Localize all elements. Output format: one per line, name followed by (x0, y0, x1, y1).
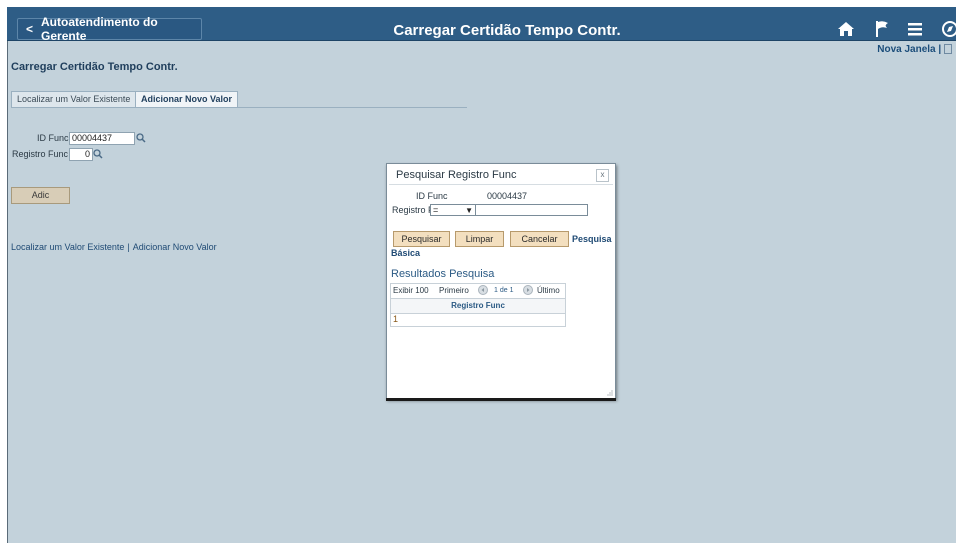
search-icon[interactable] (93, 149, 103, 159)
link-localizar[interactable]: Localizar um Valor Existente (11, 242, 124, 252)
top-navigation-bar: < Autoatendimento do Gerente Carregar Ce… (7, 7, 956, 43)
results-grid: Exibir 100 Primeiro 1 de 1 Último Regist… (390, 283, 566, 327)
help-icon (944, 44, 952, 55)
chevron-down-icon: ▼ (465, 206, 473, 215)
page-range: 1 de 1 (494, 287, 514, 294)
tab-strip: Localizar um Valor Existente Adicionar N… (11, 91, 467, 108)
results-title: Resultados Pesquisa (391, 268, 495, 280)
cancelar-button[interactable]: Cancelar (510, 231, 569, 247)
id-func-field[interactable]: 00004437 (69, 132, 135, 145)
registro-search-input[interactable] (475, 204, 588, 216)
menu-icon[interactable] (905, 19, 925, 39)
pesquisa-basica-link[interactable]: Pesquisa (572, 234, 612, 244)
id-func-label: ID Func (37, 133, 69, 143)
chevron-left-icon: < (26, 22, 34, 36)
navbar-icon[interactable] (940, 19, 956, 39)
resize-grip-icon[interactable] (607, 390, 613, 396)
back-button-label: Autoatendimento do Gerente (41, 15, 158, 43)
home-icon[interactable] (836, 19, 856, 39)
add-button[interactable]: Adic (11, 187, 70, 204)
bottom-links: Localizar um Valor Existente | Adicionar N… (11, 242, 217, 252)
first-link[interactable]: Primeiro (439, 286, 469, 295)
prev-icon[interactable] (478, 285, 488, 297)
pesquisa-basica-link-cont[interactable]: Básica (391, 248, 420, 258)
show-count[interactable]: Exibir 100 (393, 286, 429, 295)
registro-func-field[interactable]: 0 (69, 148, 93, 161)
dialog-title: Pesquisar Registro Func (396, 169, 517, 181)
link-adicionar[interactable]: Adicionar Novo Valor (133, 242, 217, 252)
last-link[interactable]: Último (537, 286, 560, 295)
flag-icon[interactable] (873, 19, 893, 39)
results-nav: Exibir 100 Primeiro 1 de 1 Último (391, 284, 565, 297)
search-dialog: Pesquisar Registro Func x ID Func 000044… (386, 163, 616, 401)
tab-localizar[interactable]: Localizar um Valor Existente (11, 91, 137, 107)
page-title: Carregar Certidão Tempo Contr. (11, 61, 178, 73)
next-icon[interactable] (523, 285, 533, 297)
back-button[interactable]: < Autoatendimento do Gerente (17, 15, 202, 43)
limpar-button[interactable]: Limpar (455, 231, 504, 247)
nova-janela-link[interactable]: Nova Janela | (877, 44, 952, 55)
app-title: Carregar Certidão Tempo Contr. (393, 22, 621, 39)
tab-adicionar[interactable]: Adicionar Novo Valor (135, 91, 239, 107)
modal-id-func-value: 00004437 (487, 191, 528, 201)
modal-id-func-label: ID Func (416, 191, 448, 201)
close-icon[interactable]: x (596, 169, 609, 182)
operator-select[interactable]: = ▼ (430, 204, 476, 216)
search-icon[interactable] (136, 133, 146, 143)
column-header[interactable]: Registro Func (391, 298, 565, 314)
registro-func-label: Registro Func (12, 149, 69, 159)
table-row[interactable]: 1 (391, 314, 565, 325)
pesquisar-button[interactable]: Pesquisar (393, 231, 450, 247)
